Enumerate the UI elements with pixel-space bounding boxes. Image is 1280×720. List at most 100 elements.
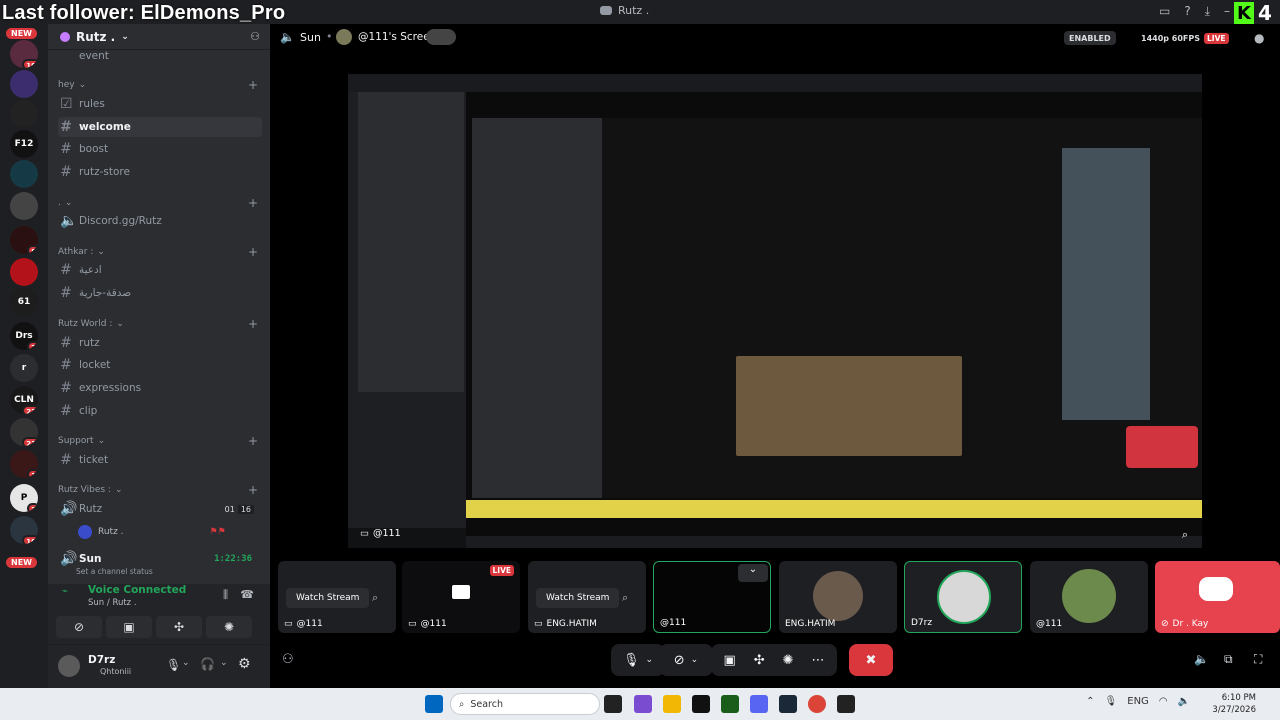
viewer-avatars[interactable] [426, 29, 456, 45]
zoom-icon[interactable]: ⌕ [1182, 528, 1188, 542]
clock[interactable]: 6:10 PM 3/27/2026 [1212, 692, 1256, 716]
server-icon[interactable]: 21 [10, 418, 38, 446]
server-icon[interactable]: 10 [10, 40, 38, 68]
server-icon[interactable] [10, 192, 38, 220]
screen-share-icon[interactable]: ▣ [723, 653, 735, 668]
headphones-icon[interactable]: 🎧 [200, 657, 215, 671]
file-explorer-icon[interactable] [663, 695, 681, 713]
voice-channel-rutz[interactable]: 🔊 Rutz 01 16 [58, 499, 262, 519]
camera-control[interactable]: ⊘ ⌄ [659, 644, 713, 676]
invite-icon[interactable]: ⚇ [282, 652, 294, 667]
channel-welcome[interactable]: # welcome [58, 117, 262, 137]
soundboard-button[interactable]: ✺ [206, 616, 252, 638]
participant-tile[interactable]: Watch Stream ⌕ ▭ @111 [278, 561, 396, 633]
voice-member-rutz[interactable]: Rutz . ⚑⚑ [78, 525, 226, 539]
channel-boost[interactable]: # boost [58, 139, 262, 159]
server-icon[interactable]: 8 [10, 226, 38, 254]
enabled-pill[interactable]: ENABLED [1064, 31, 1116, 45]
channel-locket[interactable]: # locket [58, 355, 262, 375]
volume-icon[interactable]: 🔈 [1178, 696, 1190, 707]
channel-clip[interactable]: # clip [58, 401, 262, 421]
server-icon[interactable]: 1 [10, 450, 38, 478]
channel-status[interactable]: Set a channel status [76, 567, 153, 576]
chevron-up-icon[interactable]: ⌃ [1086, 696, 1094, 707]
chrome-icon[interactable] [808, 695, 826, 713]
noise-suppression-icon[interactable]: ⫼ [223, 588, 228, 602]
pop-out-icon[interactable]: ⧉ [1224, 652, 1233, 667]
app-icon[interactable] [721, 695, 739, 713]
steam-icon[interactable] [779, 695, 797, 713]
server-icon[interactable]: Drs 7 [10, 322, 38, 350]
start-icon[interactable] [425, 695, 443, 713]
category-rutz-vibes[interactable]: Rutz Vibes : ⌄ + [58, 483, 258, 497]
add-member-icon[interactable]: ⚇ [250, 30, 260, 43]
channel-event[interactable]: event [58, 46, 262, 66]
volume-icon[interactable]: 🔈 [1194, 652, 1209, 666]
chevron-down-icon[interactable]: ⌄ [738, 564, 768, 582]
channel-arabic-1[interactable]: # ادعية [58, 260, 262, 280]
participant-tile[interactable]: @111 ⌄ [653, 561, 771, 633]
watch-stream-button[interactable]: Watch Stream [536, 588, 620, 608]
channel-discord-link[interactable]: 🔈 Discord.gg/Rutz [58, 211, 262, 231]
participant-tile[interactable]: Watch Stream ⌕ ▭ ENG.HATIM [528, 561, 646, 633]
server-icon[interactable] [10, 160, 38, 188]
discord-taskbar-icon[interactable] [750, 695, 768, 713]
participant-tile[interactable]: LIVE ▭ @111 [402, 561, 520, 633]
server-icon[interactable] [10, 70, 38, 98]
server-icon[interactable]: 10 [10, 516, 38, 544]
help-icon[interactable]: ? [1184, 4, 1190, 19]
watch-stream-button[interactable]: Watch Stream [286, 588, 370, 608]
category-rutz-world[interactable]: Rutz World : ⌄ + [58, 317, 258, 331]
server-icon[interactable]: F12 [10, 130, 38, 158]
obs-icon[interactable] [692, 695, 710, 713]
mic-control[interactable]: 🎙 ⌄ [611, 644, 665, 676]
activities-button[interactable]: ✣ [156, 616, 202, 638]
quality-pill[interactable]: 1440p 60FPS LIVE [1136, 31, 1234, 45]
add-channel-icon[interactable]: + [248, 317, 258, 331]
channel-rutz-store[interactable]: # rutz-store [58, 162, 262, 182]
channel-ticket[interactable]: # ticket [58, 450, 262, 470]
server-icon[interactable]: P3 [10, 484, 38, 512]
channel-rules[interactable]: ☑ rules [58, 94, 262, 114]
add-channel-icon[interactable]: + [248, 78, 258, 92]
disconnect-icon[interactable]: ☎ [240, 588, 254, 601]
app-icon[interactable] [837, 695, 855, 713]
participant-tile[interactable]: ⊘ Dr . Kay [1155, 561, 1280, 633]
server-icon[interactable]: r [10, 354, 38, 382]
category-hey[interactable]: hey ⌄ + [58, 78, 258, 92]
task-view-icon[interactable] [604, 695, 622, 713]
server-icon[interactable]: CLN 23 [10, 386, 38, 414]
category-support[interactable]: Support ⌄ + [58, 434, 258, 448]
channel-rutz[interactable]: # rutz [58, 333, 262, 353]
minimize-icon[interactable]: – [1224, 4, 1230, 19]
participant-tile[interactable]: @111 [1030, 561, 1148, 633]
voice-connected-title[interactable]: Voice Connected [88, 584, 186, 596]
zoom-icon[interactable]: ⌕ [372, 591, 378, 605]
chat-icon[interactable]: ● [1254, 31, 1264, 45]
participant-tile[interactable]: D7rz [904, 561, 1022, 633]
zoom-icon[interactable]: ⌕ [622, 591, 628, 605]
microphone-icon[interactable]: 🎙 [166, 658, 181, 672]
category-blank[interactable]: . ⌄ + [58, 196, 258, 210]
chevron-down-icon[interactable]: ⌄ [182, 658, 190, 668]
inbox-icon[interactable]: ▭ [1159, 4, 1170, 19]
language-indicator[interactable]: ENG [1127, 696, 1149, 707]
activities-icon[interactable]: ✣ [754, 653, 765, 668]
camera-off-button[interactable]: ⊘ [56, 616, 102, 638]
channel-arabic-2[interactable]: # صدقة-جارية [58, 283, 262, 303]
add-channel-icon[interactable]: + [248, 245, 258, 259]
screen-share-button[interactable]: ▣ [106, 616, 152, 638]
copilot-icon[interactable] [634, 695, 652, 713]
server-icon[interactable] [10, 258, 38, 286]
taskbar-search[interactable]: ⌕ Search [450, 693, 600, 715]
leave-call-button[interactable]: ✖ [849, 644, 893, 676]
microphone-icon[interactable]: 🎙 [1105, 696, 1118, 707]
wifi-icon[interactable]: ◠ [1159, 696, 1168, 707]
gear-icon[interactable]: ⚙ [238, 656, 251, 672]
voice-channel-sun[interactable]: 🔊 Sun 1:22:36 [58, 549, 262, 569]
add-channel-icon[interactable]: + [248, 483, 258, 497]
download-icon[interactable]: ⤓ [1205, 4, 1210, 19]
add-channel-icon[interactable]: + [248, 434, 258, 448]
screen-share-stream[interactable]: ▭ @111 ⌕ [348, 74, 1202, 548]
chevron-down-icon[interactable]: ⌄ [220, 658, 228, 668]
